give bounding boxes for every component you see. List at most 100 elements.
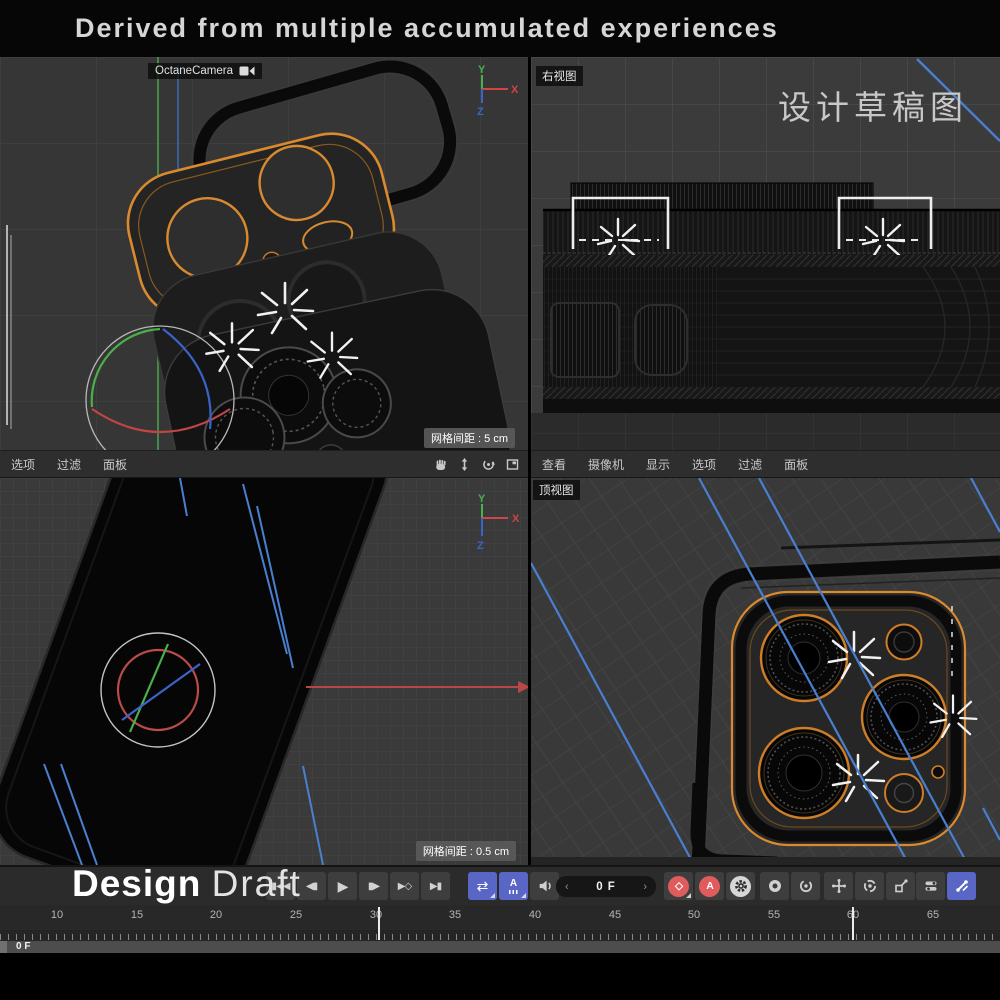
z-axis-label: Z <box>477 540 484 552</box>
brand-bold: Design <box>72 863 201 904</box>
key-bars-icon <box>509 890 519 894</box>
scale-icon <box>893 878 909 894</box>
watermark-text: 设计草稿图 <box>778 81 968 129</box>
record-rotation-button[interactable] <box>791 872 820 900</box>
rotate-icon <box>862 878 878 894</box>
ruler-number: 65 <box>927 909 939 921</box>
preview-range-marker[interactable] <box>852 907 854 940</box>
viewport-canvas-top-view[interactable] <box>531 478 1000 865</box>
record-keyframe-button[interactable]: ◇ <box>664 872 693 900</box>
scale-toggle-button[interactable] <box>886 872 915 900</box>
menu-view[interactable]: 查看 <box>531 456 577 473</box>
viewport-shade <box>531 413 1000 450</box>
camera-label-badge: OctaneCamera <box>148 63 262 79</box>
record-position-button[interactable] <box>760 872 789 900</box>
rotation-record-icon <box>798 878 814 894</box>
menu-panel[interactable]: 面板 <box>773 456 819 473</box>
ruler-number: 40 <box>529 909 541 921</box>
ruler-number: 15 <box>131 909 143 921</box>
preview-range-marker[interactable] <box>378 907 380 940</box>
parameter-toggle-button[interactable] <box>916 872 945 900</box>
viewport-perspective: OctaneCamera Y X Z 网格间距 : 5 cm <box>0 57 528 450</box>
ruler-number: 45 <box>609 909 621 921</box>
frame-step-up-icon[interactable]: › <box>643 881 647 893</box>
previous-frame-button[interactable]: ◀▮ <box>297 872 326 900</box>
x-axis-label: X <box>511 84 518 96</box>
menu-cameras[interactable]: 摄像机 <box>577 456 635 473</box>
camera-icon <box>239 65 255 77</box>
viewport-right-view: 右视图 设计草稿图 <box>531 57 1000 450</box>
autokeying-button[interactable]: A <box>695 872 724 900</box>
frame-step-down-icon[interactable]: ‹ <box>565 881 569 893</box>
record-keyframe-icon: ◇ <box>668 876 689 897</box>
autokey-icon: A <box>699 876 720 897</box>
next-frame-button[interactable]: ▮▶ <box>359 872 388 900</box>
ruler-number: 35 <box>449 909 461 921</box>
x-axis-label: X <box>512 513 520 525</box>
viewport-canvas-perspective[interactable] <box>0 57 528 450</box>
timeline-bar: Design Draft ▮◀◀ ◀▮ ▶ ▮▶ ▶◇ ▶▮ ⇄ A <box>0 865 1000 905</box>
menu-filter[interactable]: 过滤 <box>727 456 773 473</box>
pan-tool-button[interactable] <box>429 453 451 475</box>
keys-label: A <box>510 878 517 889</box>
grid-spacing-badge: 网格间距 : 5 cm <box>424 428 515 448</box>
gear-icon <box>730 876 751 897</box>
loop-mode-button[interactable]: ⇄ <box>468 872 497 900</box>
animation-keys-button[interactable]: A <box>499 872 528 900</box>
ruler-number: 50 <box>688 909 700 921</box>
current-frame-label: 0 F <box>16 941 30 953</box>
app-window: Derived from multiple accumulated experi… <box>0 0 1000 1000</box>
axis-gizmo-perspective: Y X Z <box>466 63 518 124</box>
bottom-spacer <box>0 953 1000 1000</box>
view-label-right: 右视图 <box>536 66 583 86</box>
move-icon <box>831 878 847 894</box>
timeline-ruler[interactable]: 10 15 20 25 30 35 40 45 50 55 60 65 <box>0 905 1000 930</box>
position-toggle-button[interactable] <box>824 872 853 900</box>
play-button[interactable]: ▶ <box>328 872 357 900</box>
viewport-top-view: 顶视图 <box>531 478 1000 865</box>
pla-toggle-button[interactable] <box>947 872 976 900</box>
menubar-perspective: 选项 过滤 面板 <box>0 450 528 478</box>
menu-display[interactable]: 显示 <box>635 456 681 473</box>
view-label-top: 顶视图 <box>533 480 580 500</box>
menu-options[interactable]: 选项 <box>681 456 727 473</box>
ruler-number: 10 <box>51 909 63 921</box>
viewport-canvas-front-view[interactable] <box>0 478 528 865</box>
menu-filter[interactable]: 过滤 <box>46 456 92 473</box>
z-axis-label: Z <box>477 106 484 118</box>
point-level-animation-icon <box>954 878 970 894</box>
frame-tick-strip[interactable] <box>0 930 1000 941</box>
viewport-front-view: Y X Z 网格间距 : 0.5 cm <box>0 478 528 865</box>
go-to-end-button[interactable]: ▶▮ <box>421 872 450 900</box>
orbit-icon <box>481 457 496 472</box>
timeline-scrubber[interactable]: 0 F <box>0 941 1000 953</box>
menu-options[interactable]: 选项 <box>0 456 46 473</box>
hand-icon <box>433 457 448 472</box>
keying-settings-button[interactable] <box>726 872 755 900</box>
y-axis-label: Y <box>478 494 486 505</box>
ruler-number: 20 <box>210 909 222 921</box>
menubar-right-view: 查看 摄像机 显示 选项 过滤 面板 <box>531 450 1000 478</box>
next-key-button[interactable]: ▶◇ <box>390 872 419 900</box>
ruler-number: 55 <box>768 909 780 921</box>
sound-button[interactable] <box>530 872 559 900</box>
playhead-marker[interactable] <box>0 941 7 953</box>
grid-spacing-badge: 网格间距 : 0.5 cm <box>416 841 516 861</box>
page-title: Derived from multiple accumulated experi… <box>0 0 1000 57</box>
y-axis-label: Y <box>478 64 486 76</box>
ruler-number: 30 <box>370 909 382 921</box>
dolly-icon <box>457 457 472 472</box>
dolly-tool-button[interactable] <box>453 453 475 475</box>
position-record-icon <box>767 878 783 894</box>
axis-gizmo-front: Y X Z <box>462 494 522 559</box>
ruler-number: 25 <box>290 909 302 921</box>
maximize-icon <box>505 457 520 472</box>
maximize-view-button[interactable] <box>501 453 523 475</box>
go-to-start-button[interactable]: ▮◀◀ <box>266 872 295 900</box>
frame-field[interactable]: ‹ 0 F › <box>556 876 656 897</box>
sliders-icon <box>923 878 939 894</box>
menu-panel[interactable]: 面板 <box>92 456 138 473</box>
rotation-toggle-button[interactable] <box>855 872 884 900</box>
orbit-tool-button[interactable] <box>477 453 499 475</box>
frame-value: 0 F <box>596 881 616 893</box>
